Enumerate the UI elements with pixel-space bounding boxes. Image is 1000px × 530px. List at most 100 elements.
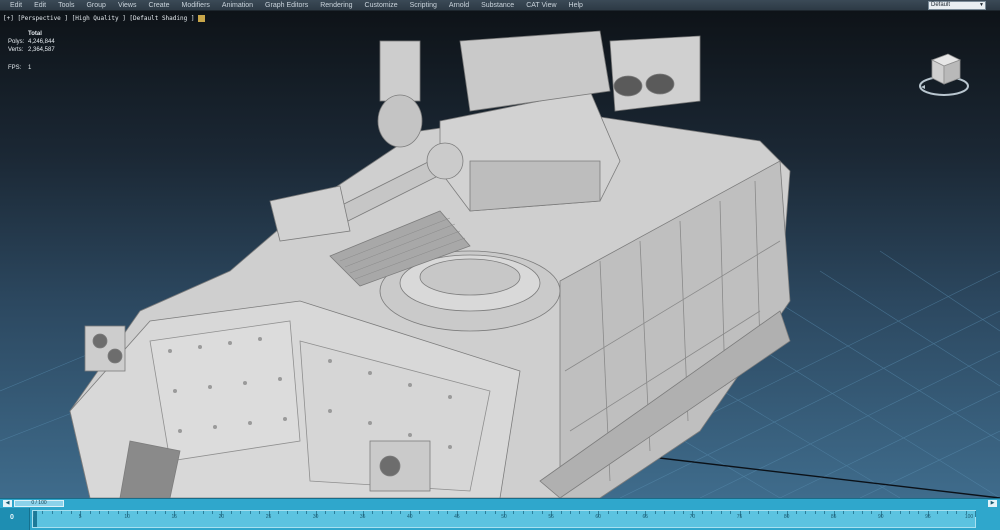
trackbar-tick (230, 511, 232, 514)
trackbar-tick (956, 511, 958, 514)
trackbar-tick-label: 50 (501, 514, 507, 520)
trackbar-tick (400, 511, 402, 514)
trackbar-tick (70, 511, 72, 514)
trackbar-tick (730, 511, 732, 514)
trackbar-tick (438, 511, 440, 514)
menu-item-edit[interactable]: Edit (4, 0, 28, 11)
trackbar-tick (861, 511, 863, 514)
trackbar-frame-box: 0 (0, 508, 30, 530)
trackbar-tick (428, 511, 430, 514)
trackbar-tick (654, 511, 656, 514)
trackbar-tick-label: 55 (548, 514, 554, 520)
trackbar-tick-label: 20 (218, 514, 225, 520)
trackbar-tick (852, 511, 854, 514)
scene-render (0, 30, 1000, 498)
trackbar-tick (202, 511, 204, 514)
trackbar-tick (306, 511, 308, 514)
viewcube-icon[interactable] (916, 44, 972, 100)
trackbar-tick (871, 511, 873, 514)
chevron-left-icon[interactable]: ◀ (3, 500, 12, 507)
time-slider[interactable]: ◀ 0 / 100 ▶ (0, 498, 1000, 508)
trackbar-tick (843, 511, 845, 514)
menu-item-cat-view[interactable]: CAT View (520, 0, 562, 11)
trackbar-tick-label: 25 (265, 514, 272, 520)
trackbar-tick (532, 511, 534, 514)
trackbar-tick-label: 90 (878, 514, 884, 520)
trackbar-tick (890, 511, 892, 514)
fps-value: 1 (28, 65, 32, 71)
menu-bar: Edit Edit Tools Group Views Create Modifiers An… (0, 0, 1000, 11)
polys-value: 4,246,844 (28, 39, 55, 45)
trackbar-tick (635, 511, 637, 514)
trackbar-tick (372, 511, 374, 514)
menu-item-rendering[interactable]: Rendering (314, 0, 358, 11)
trackbar-tick (193, 511, 195, 514)
menu-item-edit[interactable]: Edit (28, 0, 52, 11)
viewport-label[interactable]: [+] [Perspective ] [High Quality ] [Defa… (3, 15, 206, 22)
trackbar-tick (466, 511, 468, 514)
trackbar-tick (108, 511, 110, 514)
trackbar-tick (164, 511, 166, 514)
trackbar-tick (796, 511, 798, 514)
trackbar-tick (287, 511, 289, 514)
menu-item-substance[interactable]: Substance (475, 0, 520, 11)
trackbar-tick (296, 511, 298, 514)
trackbar-tick (51, 511, 53, 514)
menu-item-customize[interactable]: Customize (359, 0, 404, 11)
verts-value: 2,364,587 (28, 47, 55, 53)
menu-item-graph-editors[interactable]: Graph Editors (259, 0, 314, 11)
menu-item-modifiers[interactable]: Modifiers (176, 0, 216, 11)
menu-item-tools[interactable]: Tools (52, 0, 80, 11)
trackbar-tick (720, 511, 722, 514)
trackbar-tick (748, 511, 750, 514)
trackbar-tick (42, 511, 44, 514)
trackbar-tick (664, 511, 666, 514)
trackbar-tick-label: 95 (925, 514, 931, 520)
trackbar-tick (146, 511, 148, 514)
trackbar-tick (607, 511, 609, 514)
trackbar-tick-label: 100 (964, 514, 974, 520)
trackbar-tick (777, 511, 779, 514)
menu-item-arnold[interactable]: Arnold (443, 0, 475, 11)
workspace-dropdown[interactable]: Default ▼ (928, 1, 986, 10)
trackbar-tick (758, 511, 760, 514)
menu-item-views[interactable]: Views (112, 0, 143, 11)
perspective-viewport[interactable]: [+] [Perspective ] [High Quality ] [Defa… (0, 11, 1000, 498)
trackbar-tick-label: 85 (830, 514, 837, 520)
trackbar-tick-label: 15 (171, 514, 178, 520)
trackbar-tick (117, 511, 119, 514)
menu-item-scripting[interactable]: Scripting (404, 0, 443, 11)
trackbar-tick (805, 511, 807, 514)
menu-item-help[interactable]: Help (563, 0, 589, 11)
trackbar-tick-label: 75 (736, 514, 743, 520)
trackbar-tick (89, 511, 91, 514)
trackbar-tick (626, 511, 628, 514)
trackbar-tick-label: 40 (407, 514, 413, 520)
menu-item-group[interactable]: Group (80, 0, 111, 11)
menu-item-create[interactable]: Create (142, 0, 175, 11)
stats-fps-row: FPS: 1 (8, 64, 55, 72)
trackbar-tick-label: 5 (78, 514, 82, 520)
trackbar-tick (249, 511, 251, 514)
trackbar-tick (682, 511, 684, 514)
trackbar-tick (937, 511, 939, 514)
trackbar-tick-label: 70 (689, 514, 696, 520)
trackbar-tick (240, 511, 242, 514)
trackbar-tick (899, 511, 901, 514)
trackbar-tick-label: 35 (359, 514, 366, 520)
trackbar-tick (259, 511, 261, 514)
chevron-right-icon[interactable]: ▶ (988, 500, 997, 507)
trackbar-tick (485, 511, 487, 514)
trackbar-tick (617, 511, 619, 514)
track-bar[interactable]: 0 5 10 15 20 25 30 35 40 45 50 55 60 65 70 75 80 85 90 95 1… (0, 508, 1000, 530)
trackbar-tick (494, 511, 496, 514)
time-slider-thumb[interactable]: 0 / 100 (14, 500, 64, 507)
trackbar-tick (560, 511, 562, 514)
menu-item-animation[interactable]: Animation (216, 0, 259, 11)
trackbar-tick (61, 511, 63, 514)
trackbar-tick (381, 511, 383, 514)
trackbar-tick (569, 511, 571, 514)
trackbar-ruler[interactable]: 5 10 15 20 25 30 35 40 45 50 55 60 65 70 75 80 85 90 95 100 (32, 510, 976, 528)
trackbar-current-frame: 0 (10, 514, 14, 521)
viewport-label-text: [+] [Perspective ] [High Quality ] [Defa… (3, 15, 195, 22)
